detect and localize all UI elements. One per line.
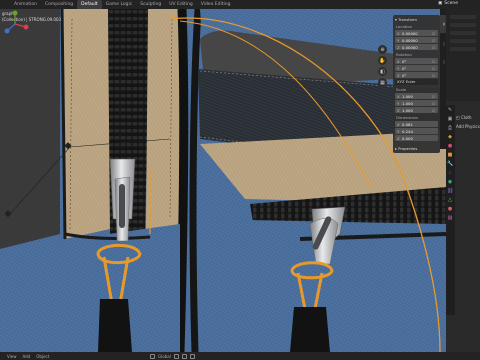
- navigation-gizmo[interactable]: [0, 9, 30, 39]
- rotation-mode-select[interactable]: XYZ Euler: [395, 79, 438, 85]
- tab-animation[interactable]: Animation: [10, 0, 41, 9]
- lock-icon[interactable]: ⊡: [432, 59, 436, 64]
- outliner-row[interactable]: [450, 23, 476, 27]
- menu-add[interactable]: Add: [20, 354, 34, 359]
- texture-icon[interactable]: ▨: [447, 215, 453, 221]
- lock-icon[interactable]: ⊡: [432, 101, 436, 106]
- camera-icon[interactable]: ◧: [378, 67, 387, 76]
- material-icon[interactable]: ●: [447, 206, 453, 212]
- tab-game-logic[interactable]: Game Logic: [102, 0, 137, 9]
- outliner-row[interactable]: [450, 31, 476, 35]
- tab-video-editing[interactable]: Video Editing: [197, 0, 235, 9]
- lock-icon[interactable]: ⊡: [432, 31, 436, 36]
- tool-icon[interactable]: ✎: [447, 107, 453, 113]
- outliner[interactable]: [446, 9, 480, 101]
- tab-uv-editing[interactable]: UV Editing: [165, 0, 196, 9]
- chevron-down-icon: ▾: [395, 17, 397, 22]
- chevron-right-icon: ▸: [395, 146, 397, 151]
- cloth-label: Cloth: [461, 115, 472, 120]
- tab-compositing[interactable]: Compositing: [41, 0, 77, 9]
- dimensions-z-field[interactable]: Z 0.000: [395, 135, 438, 141]
- lock-icon[interactable]: ⊡: [432, 108, 436, 113]
- tab-sculpting[interactable]: Sculpting: [136, 0, 165, 9]
- properties-editor: ✎ ▣ ⎙ ◆ ● ■ 🔧 ∴ ◉ ⛓ △ ● ▨ ◰ Cloth Add Ph…: [446, 9, 480, 352]
- physics-panel: ◰ Cloth Add Physics: [456, 113, 480, 131]
- constraint-icon[interactable]: ⛓: [447, 188, 453, 194]
- tab-default[interactable]: Default: [77, 0, 102, 9]
- particles-icon[interactable]: ∴: [447, 170, 453, 176]
- scene-label: Scene: [444, 1, 458, 6]
- dimensions-y-field[interactable]: Y 0.244: [395, 128, 438, 134]
- location-x-field[interactable]: X 0.00000 ⊡: [395, 30, 438, 36]
- lock-icon[interactable]: ⊡: [432, 66, 436, 71]
- pivot-icon[interactable]: [173, 353, 179, 359]
- workspace-tab-bar: Animation Compositing Default Game Logic…: [0, 0, 480, 9]
- transform-title: Transform: [398, 17, 418, 22]
- lock-icon[interactable]: ⊡: [432, 73, 436, 78]
- transform-tools: Global: [150, 352, 195, 360]
- 3d-viewport[interactable]: graphic (Collection) | STRONG.09.003 ⊕ ✋…: [0, 9, 446, 352]
- transform-panel: ▾ Transform Location X 0.00000 ⊡ Y 0.00000 ⊡…: [393, 15, 440, 153]
- lock-icon[interactable]: ⊡: [432, 94, 436, 99]
- rotation-x-field[interactable]: X 0° ⊡: [395, 58, 438, 64]
- output-icon[interactable]: ⎙: [447, 125, 453, 131]
- dimensions-label: Dimensions: [396, 115, 419, 120]
- cloth-toggle[interactable]: ◰ Cloth: [456, 113, 480, 122]
- add-physics-label: Add Physics: [456, 124, 480, 129]
- lock-icon[interactable]: ⊡: [432, 38, 436, 43]
- dimensions-x-field[interactable]: X 0.061: [395, 121, 438, 127]
- properties-tab-column: ✎ ▣ ⎙ ◆ ● ■ 🔧 ∴ ◉ ⛓ △ ● ▨: [446, 105, 455, 315]
- lock-icon[interactable]: ⊡: [432, 45, 436, 50]
- properties-label: Properties: [398, 146, 418, 151]
- location-y-field[interactable]: Y 0.00000 ⊡: [395, 37, 438, 43]
- location-label: Location: [396, 24, 413, 29]
- scale-y-field[interactable]: Y 1.000 ⊡: [395, 100, 438, 106]
- world-icon[interactable]: ●: [447, 143, 453, 149]
- zoom-icon[interactable]: ⊕: [378, 45, 387, 54]
- viewport-nav-buttons: ⊕ ✋ ◧ ▦: [378, 45, 388, 87]
- snap-icon[interactable]: [181, 353, 187, 359]
- pan-hand-icon[interactable]: ✋: [378, 56, 387, 65]
- grid-icon[interactable]: ▦: [378, 78, 387, 87]
- scene-icon: ▣: [438, 1, 443, 6]
- outliner-row[interactable]: [450, 47, 476, 51]
- rotation-z-field[interactable]: Z 0° ⊡: [395, 72, 438, 78]
- rotation-label: Rotation: [396, 52, 412, 57]
- scene-icon[interactable]: ◆: [447, 134, 453, 140]
- proportional-edit-icon[interactable]: [189, 353, 195, 359]
- transform-orientation-select[interactable]: Global: [158, 354, 171, 359]
- menu-view[interactable]: View: [4, 354, 20, 359]
- properties-subpanel-header[interactable]: ▸ Properties: [395, 146, 417, 151]
- data-icon[interactable]: △: [447, 197, 453, 203]
- scale-z-field[interactable]: Z 1.000 ⊡: [395, 107, 438, 113]
- viewport-header-bar: View Add Object Global: [0, 352, 480, 360]
- menu-object[interactable]: Object: [33, 354, 52, 359]
- scale-x-field[interactable]: X 1.000 ⊡: [395, 93, 438, 99]
- orientation-icon: [150, 353, 155, 359]
- scene-selector[interactable]: ▣ Scene: [438, 1, 458, 6]
- rotation-y-field[interactable]: Y 0° ⊡: [395, 65, 438, 71]
- modifier-icon[interactable]: 🔧: [447, 161, 453, 167]
- add-physics-button[interactable]: Add Physics: [456, 122, 480, 131]
- transform-panel-header[interactable]: ▾ Transform: [395, 17, 438, 22]
- physics-icon[interactable]: ◉: [447, 179, 453, 185]
- scale-label: Scale: [396, 87, 407, 92]
- outliner-row[interactable]: [450, 15, 476, 19]
- object-icon[interactable]: ■: [447, 152, 453, 158]
- cloth-icon: ◰: [456, 115, 460, 120]
- location-z-field[interactable]: Z 0.00000 ⊡: [395, 44, 438, 50]
- render-icon[interactable]: ▣: [447, 116, 453, 122]
- outliner-row[interactable]: [450, 39, 476, 43]
